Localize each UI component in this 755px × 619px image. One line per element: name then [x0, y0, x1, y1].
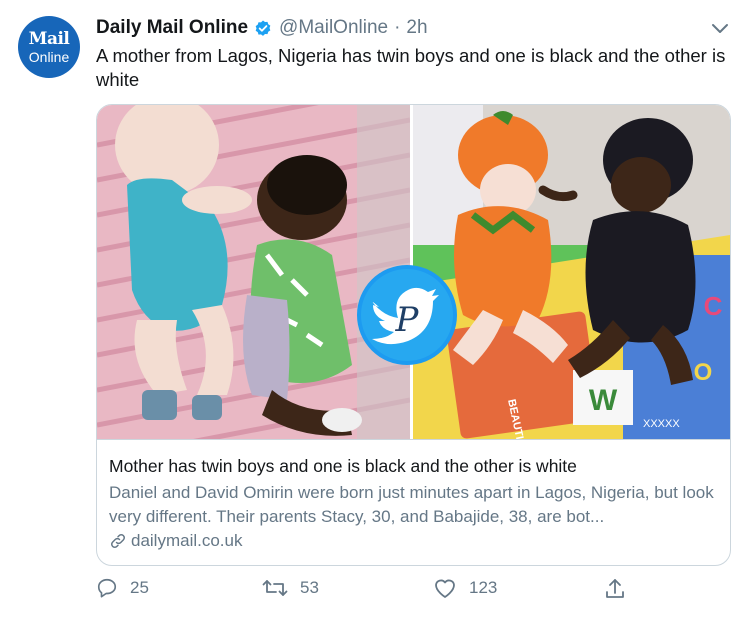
- watermark-bird-icon: P: [357, 265, 457, 365]
- card-domain-text: dailymail.co.uk: [131, 531, 243, 550]
- retweet-button[interactable]: 53: [262, 577, 319, 599]
- reply-count: 25: [130, 578, 149, 597]
- reply-button[interactable]: 25: [96, 577, 149, 599]
- tweet[interactable]: Mail Online Daily Mail Online @MailOnlin…: [0, 0, 755, 619]
- like-button[interactable]: 123: [433, 577, 497, 599]
- like-icon: [435, 579, 455, 598]
- separator-dot: ·: [394, 17, 401, 38]
- card-media[interactable]: W C O BEAUTIFUL XXXXX P: [97, 105, 730, 440]
- retweet-icon: [262, 580, 288, 596]
- share-button[interactable]: [604, 577, 638, 601]
- twins-photo-right: W C O BEAUTIFUL XXXXX: [413, 105, 730, 439]
- card-body[interactable]: Mother has twin boys and one is black an…: [97, 440, 730, 551]
- tweet-text: A mother from Lagos, Nigeria has twin bo…: [96, 45, 726, 90]
- timestamp[interactable]: 2h: [406, 17, 427, 39]
- handle[interactable]: @MailOnline: [279, 17, 388, 39]
- link-card[interactable]: W C O BEAUTIFUL XXXXX P Mother has twin …: [96, 104, 731, 566]
- retweet-count: 53: [300, 578, 319, 597]
- avatar-logo-line2: Online: [28, 48, 70, 65]
- mat-letter-c: C: [704, 291, 723, 321]
- link-icon: [111, 534, 125, 548]
- avatar[interactable]: Mail Online: [18, 16, 80, 78]
- avatar-logo-line1: Mail: [28, 28, 70, 49]
- tweet-header: Daily Mail Online @MailOnline · 2h: [96, 17, 428, 39]
- card-title[interactable]: Mother has twin boys and one is black an…: [109, 454, 718, 478]
- like-count: 123: [469, 578, 498, 597]
- action-bar: 25 53 123: [96, 577, 636, 607]
- mat-letter-o: O: [694, 359, 713, 386]
- card-description: Daniel and David Omirin were born just m…: [109, 483, 714, 526]
- card-domain[interactable]: dailymail.co.uk: [109, 531, 718, 551]
- mat-pattern-xxxxx: XXXXX: [643, 418, 680, 430]
- mat-letter-w: W: [589, 384, 618, 417]
- chevron-down-icon[interactable]: [711, 22, 729, 40]
- svg-text:P: P: [395, 300, 420, 340]
- display-name[interactable]: Daily Mail Online: [96, 17, 248, 39]
- share-icon: [606, 579, 624, 598]
- verified-badge-icon: [253, 18, 273, 38]
- reply-icon: [97, 578, 117, 598]
